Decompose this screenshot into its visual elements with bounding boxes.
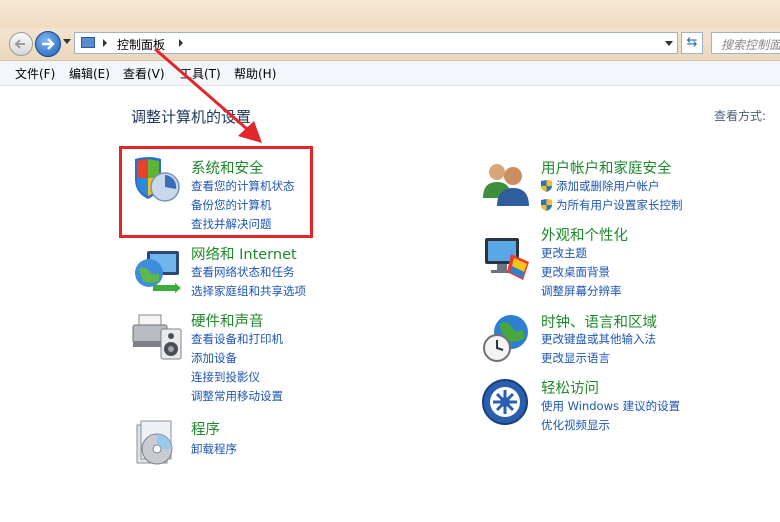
- menu-view[interactable]: 查看(V): [123, 65, 165, 82]
- menu-bar: 文件(F) 编辑(E) 查看(V) 工具(T) 帮助(H): [0, 61, 780, 86]
- menu-edit[interactable]: 编辑(E): [69, 65, 110, 82]
- uac-shield-icon: [541, 180, 552, 192]
- link-uninstall-program[interactable]: 卸载程序: [191, 441, 237, 457]
- link-add-device[interactable]: 添加设备: [191, 350, 237, 366]
- link-devices-printers[interactable]: 查看设备和打印机: [191, 331, 283, 347]
- link-text[interactable]: 添加或删除用户帐户: [556, 179, 660, 193]
- link-mobility-settings[interactable]: 调整常用移动设置: [191, 388, 283, 404]
- arrow-right-icon: [42, 38, 55, 50]
- link-network-status[interactable]: 查看网络状态和任务: [191, 264, 295, 280]
- recent-pages-dropdown[interactable]: [63, 39, 71, 44]
- network-globe-icon: [135, 251, 181, 293]
- link-add-remove-users[interactable]: 添加或删除用户帐户: [541, 178, 660, 194]
- window-titlebar: [0, 0, 780, 28]
- link-connect-projector[interactable]: 连接到投影仪: [191, 369, 260, 385]
- view-by-label: 查看方式:: [714, 109, 767, 123]
- category-title-programs[interactable]: 程序: [191, 418, 220, 439]
- menu-file[interactable]: 文件(F): [15, 65, 55, 82]
- back-button[interactable]: [9, 32, 33, 56]
- page-title: 调整计算机的设置: [131, 108, 252, 126]
- refresh-button[interactable]: ⇆: [681, 32, 703, 54]
- refresh-icon: ⇆: [686, 35, 698, 50]
- category-title-ease-of-access[interactable]: 轻松访问: [541, 377, 599, 398]
- printer-hardware-icon: [132, 314, 182, 360]
- users-icon: [483, 164, 529, 206]
- link-optimize-display[interactable]: 优化视频显示: [541, 417, 610, 433]
- link-screen-resolution[interactable]: 调整屏幕分辨率: [541, 283, 622, 299]
- ease-of-access-icon: [482, 379, 528, 425]
- uac-shield-icon: [541, 199, 552, 211]
- navigation-bar: 控制面板 ⇆ 搜索控制面: [0, 28, 780, 61]
- arrow-left-icon: [14, 39, 25, 49]
- category-title-hardware-sound[interactable]: 硬件和声音: [191, 310, 264, 331]
- control-panel-content: 调整计算机的设置 查看方式: 系统和安全 查看您的计算机状态 备份您的计算机 查…: [0, 86, 780, 522]
- clock-globe-icon: [483, 315, 528, 362]
- menu-tools[interactable]: 工具(T): [180, 65, 221, 82]
- forward-button[interactable]: [35, 31, 61, 57]
- search-input[interactable]: 搜索控制面: [711, 32, 780, 54]
- link-homegroup-sharing[interactable]: 选择家庭组和共享选项: [191, 283, 306, 299]
- link-parental-controls[interactable]: 为所有用户设置家长控制: [541, 197, 683, 213]
- control-panel-icon: [81, 37, 95, 48]
- link-windows-suggested-settings[interactable]: 使用 Windows 建议的设置: [541, 398, 680, 414]
- link-keyboard-input[interactable]: 更改键盘或其他输入法: [541, 331, 656, 347]
- category-title-user-accounts[interactable]: 用户帐户和家庭安全: [541, 157, 672, 178]
- link-desktop-background[interactable]: 更改桌面背景: [541, 264, 610, 280]
- programs-disc-icon: [136, 420, 173, 465]
- breadcrumb-control-panel[interactable]: 控制面板: [117, 36, 165, 53]
- address-dropdown-icon[interactable]: [665, 41, 673, 46]
- category-title-network[interactable]: 网络和 Internet: [191, 243, 297, 264]
- annotation-highlight-box: [119, 146, 313, 238]
- link-text[interactable]: 为所有用户设置家长控制: [556, 198, 683, 212]
- address-bar[interactable]: 控制面板: [74, 32, 678, 54]
- link-change-theme[interactable]: 更改主题: [541, 245, 587, 261]
- category-title-clock-region[interactable]: 时钟、语言和区域: [541, 311, 657, 332]
- menu-help[interactable]: 帮助(H): [234, 65, 276, 82]
- breadcrumb-chevron-icon[interactable]: [103, 39, 107, 47]
- breadcrumb-chevron-icon[interactable]: [179, 39, 183, 47]
- link-display-language[interactable]: 更改显示语言: [541, 350, 610, 366]
- monitor-palette-icon: [485, 238, 529, 280]
- category-title-appearance[interactable]: 外观和个性化: [541, 224, 628, 245]
